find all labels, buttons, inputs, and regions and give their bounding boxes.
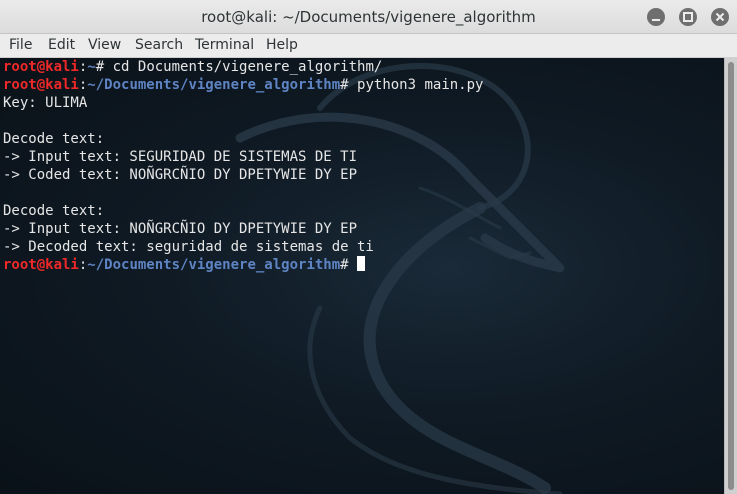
- close-icon: [715, 12, 725, 22]
- minimize-icon: [652, 19, 660, 21]
- title-bar[interactable]: root@kali: ~/Documents/vigenere_algorith…: [0, 0, 737, 34]
- menu-view[interactable]: View: [84, 34, 125, 57]
- menu-bar: File Edit View Search Terminal Help: [0, 34, 737, 58]
- terminal-line-output: -> Coded text: NOÑGRCÑIO DY DPETYWIE DY …: [3, 167, 358, 183]
- terminal-line-prompt: root@kali:~/Documents/vigenere_algorithm…: [3, 256, 483, 274]
- prompt-user: root@kali: [3, 59, 79, 75]
- text-cursor: [357, 256, 366, 271]
- prompt-symbol: #: [340, 257, 349, 273]
- scrollbar-thumb[interactable]: [728, 62, 734, 490]
- terminal-line-output: Decode text:: [3, 203, 105, 219]
- command-text: cd Documents/vigenere_algorithm/: [104, 59, 383, 75]
- menu-help[interactable]: Help: [262, 34, 302, 57]
- prompt-path: ~/Documents/vigenere_algorithm: [87, 257, 341, 273]
- terminal-window: root@kali: ~/Documents/vigenere_algorith…: [0, 0, 737, 494]
- terminal-line-prompt: root@kali:~# cd Documents/vigenere_algor…: [3, 58, 483, 76]
- terminal-line-output: -> Input text: SEGURIDAD DE SISTEMAS DE …: [3, 149, 358, 165]
- command-text: [349, 257, 357, 273]
- command-text: python3 main.py: [348, 77, 484, 93]
- terminal-line-prompt: root@kali:~/Documents/vigenere_algorithm…: [3, 76, 483, 94]
- terminal-output: root@kali:~# cd Documents/vigenere_algor…: [3, 58, 483, 274]
- maximize-icon: [683, 12, 693, 22]
- terminal-line-output: Decode text:: [3, 131, 105, 147]
- terminal-line-output: Key: ULIMA: [3, 95, 88, 111]
- prompt-user: root@kali: [3, 257, 79, 273]
- prompt-symbol: #: [340, 77, 349, 93]
- prompt-path: ~/Documents/vigenere_algorithm: [87, 77, 341, 93]
- menu-edit[interactable]: Edit: [44, 34, 79, 57]
- menu-search[interactable]: Search: [131, 34, 187, 57]
- menu-terminal[interactable]: Terminal: [191, 34, 258, 57]
- minimize-button[interactable]: [647, 8, 665, 26]
- terminal-line-output: -> Input text: NOÑGRCÑIO DY DPETYWIE DY …: [3, 221, 358, 237]
- terminal-area[interactable]: root@kali:~# cd Documents/vigenere_algor…: [0, 58, 724, 494]
- menu-file[interactable]: File: [5, 34, 36, 57]
- vertical-scrollbar[interactable]: [724, 58, 737, 494]
- maximize-button[interactable]: [679, 8, 697, 26]
- window-title: root@kali: ~/Documents/vigenere_algorith…: [201, 8, 536, 26]
- terminal-line-output: -> Decoded text: seguridad de sistemas d…: [3, 239, 374, 255]
- prompt-path: ~: [87, 59, 96, 75]
- prompt-user: root@kali: [3, 77, 79, 93]
- prompt-symbol: #: [95, 59, 105, 75]
- close-button[interactable]: [711, 8, 729, 26]
